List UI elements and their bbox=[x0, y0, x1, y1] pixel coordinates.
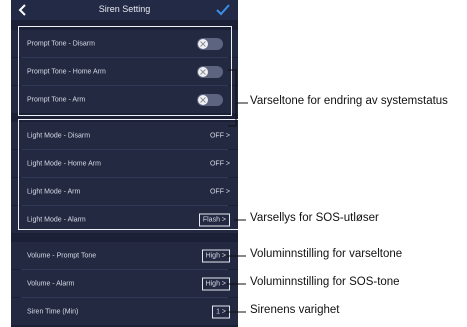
prompt-tone-bracket bbox=[228, 69, 237, 127]
annotation-prompt-tone: Varseltone for endring av systemstatus bbox=[250, 95, 448, 107]
annotation-siren-time: Sirenens varighet bbox=[250, 304, 340, 316]
annotation-volume-alarm: Voluminnstilling for SOS-tone bbox=[250, 276, 400, 288]
annotation-volume-prompt: Voluminnstilling for varseltone bbox=[250, 248, 403, 260]
annotation-alarm-light: Varsellys for SOS-utløser bbox=[250, 212, 379, 224]
annotations: Varseltone for endring av systemstatus V… bbox=[0, 0, 467, 327]
